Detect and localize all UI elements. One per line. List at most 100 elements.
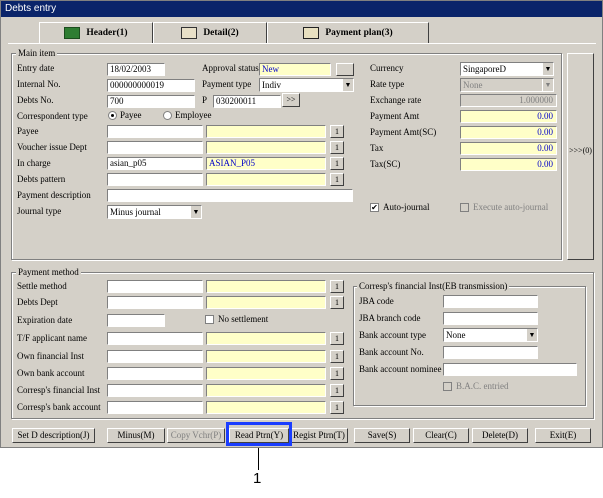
in-charge-name-field: ASIAN_P05	[206, 157, 326, 170]
own-bank-account-lookup-button[interactable]: 1	[330, 367, 344, 380]
payment-description-label: Payment description	[17, 190, 91, 200]
voucher-issue-dept-label: Voucher issue Dept	[17, 142, 87, 152]
voucher-issue-dept-code-field[interactable]	[107, 141, 203, 154]
rate-type-value: None	[463, 80, 483, 90]
callout-line	[258, 448, 259, 470]
p-lookup-button[interactable]: >>	[282, 93, 300, 107]
p-label: P	[202, 95, 208, 105]
payee-radio[interactable]	[108, 111, 117, 120]
tf-applicant-lookup-button[interactable]: 1	[330, 332, 344, 345]
clear-button[interactable]: Clear(C)	[413, 428, 469, 443]
corresp-bank-account-name-field	[206, 401, 326, 414]
corresp-bank-account-lookup-button[interactable]: 1	[330, 401, 344, 414]
in-charge-lookup-button[interactable]: 1	[330, 157, 344, 170]
jba-branch-code-field[interactable]	[443, 312, 538, 325]
jba-code-field[interactable]	[443, 295, 538, 308]
currency-select[interactable]: SingaporeD ▼	[460, 62, 554, 76]
approval-status-button[interactable]	[336, 63, 354, 76]
corresp-financial-inst-code-field[interactable]	[107, 384, 203, 397]
expiration-date-field[interactable]	[107, 314, 165, 327]
set-d-description-button[interactable]: Set D description(J)	[12, 428, 95, 443]
chevron-down-icon: ▼	[542, 63, 553, 75]
jba-code-label: JBA code	[359, 296, 394, 306]
employee-radio-label: Employee	[175, 110, 212, 120]
settle-method-lookup-button[interactable]: 1	[330, 280, 344, 293]
tab-header-label: Header(1)	[86, 28, 128, 38]
payment-amt-sc-field: 0.00	[460, 126, 557, 139]
debts-pattern-code-field[interactable]	[107, 173, 203, 186]
internal-no-label: Internal No.	[17, 79, 61, 89]
debts-dept-lookup-button[interactable]: 1	[330, 296, 344, 309]
window-title: Debts entry	[1, 1, 602, 17]
delete-button[interactable]: Delete(D)	[472, 428, 528, 443]
expiration-date-label: Expiration date	[17, 315, 73, 325]
corresp-bank-account-label: Corresp's bank account	[17, 402, 101, 412]
payment-type-select[interactable]: Indiv ▼	[259, 78, 354, 92]
entry-date-field[interactable]: 18/02/2003	[107, 63, 165, 76]
debts-pattern-label: Debts pattern	[17, 174, 66, 184]
tf-applicant-name-field	[206, 332, 326, 345]
callout-number: 1	[253, 470, 262, 487]
employee-radio[interactable]	[163, 111, 172, 120]
book-icon	[64, 27, 81, 39]
payee-lookup-button[interactable]: 1	[330, 125, 344, 138]
own-bank-account-label: Own bank account	[17, 368, 85, 378]
expand-side-button-label: >>>(0)	[569, 146, 592, 155]
tab-header[interactable]: Header(1)	[39, 22, 153, 43]
expand-side-button[interactable]: >>>(0)	[567, 53, 594, 260]
journal-type-select[interactable]: Minus journal ▼	[107, 205, 202, 219]
tab-detail-label: Detail(2)	[203, 28, 239, 38]
bank-account-no-field[interactable]	[443, 346, 538, 359]
tf-applicant-code-field[interactable]	[107, 332, 203, 345]
internal-no-field[interactable]: 000000000019	[107, 79, 195, 92]
payee-code-field[interactable]	[107, 125, 203, 138]
copy-vchr-button[interactable]: Copy Vchr(P)	[167, 428, 225, 443]
own-financial-inst-lookup-button[interactable]: 1	[330, 350, 344, 363]
own-bank-account-code-field[interactable]	[107, 367, 203, 380]
payment-type-value: Indiv	[262, 80, 281, 90]
payment-amt-field: 0.00	[460, 110, 557, 123]
debts-pattern-name-field	[206, 173, 326, 186]
bac-entried-checkbox[interactable]	[443, 382, 452, 391]
eb-transmission-group-label: Corresp's financial Inst(EB transmission…	[357, 281, 510, 291]
own-financial-inst-label: Own financial Inst	[17, 351, 84, 361]
approval-status-label: Approval status	[202, 63, 259, 73]
chevron-down-icon: ▼	[542, 79, 553, 91]
settle-method-code-field[interactable]	[107, 280, 203, 293]
settle-method-name-field	[206, 280, 326, 293]
journal-type-label: Journal type	[17, 206, 62, 216]
rate-type-select[interactable]: None ▼	[460, 78, 554, 92]
corresp-bank-account-code-field[interactable]	[107, 401, 203, 414]
p-field[interactable]: 030200011	[213, 95, 281, 108]
corresp-financial-inst-lookup-button[interactable]: 1	[330, 384, 344, 397]
tab-detail[interactable]: Detail(2)	[153, 22, 267, 43]
regist-ptrn-button[interactable]: Regist Ptrn(T)	[290, 428, 348, 443]
tax-label: Tax	[370, 143, 384, 153]
auto-journal-checkbox[interactable]: ✔	[370, 203, 379, 212]
debts-no-field[interactable]: 700	[107, 95, 195, 108]
voucher-issue-dept-lookup-button[interactable]: 1	[330, 141, 344, 154]
no-settlement-checkbox[interactable]	[205, 315, 214, 324]
in-charge-code-field[interactable]: asian_p05	[107, 157, 203, 170]
currency-label: Currency	[370, 63, 404, 73]
debts-dept-code-field[interactable]	[107, 296, 203, 309]
bank-account-nominee-field[interactable]	[443, 363, 577, 376]
own-financial-inst-code-field[interactable]	[107, 350, 203, 363]
payment-description-field[interactable]	[107, 189, 353, 202]
tab-payment-plan[interactable]: Payment plan(3)	[267, 22, 429, 43]
debts-pattern-lookup-button[interactable]: 1	[330, 173, 344, 186]
payee-name-field	[206, 125, 326, 138]
save-button[interactable]: Save(S)	[354, 428, 410, 443]
minus-button[interactable]: Minus(M)	[107, 428, 165, 443]
currency-value: SingaporeD	[463, 64, 506, 74]
execute-auto-journal-checkbox[interactable]	[460, 203, 469, 212]
debts-dept-label: Debts Dept	[17, 297, 58, 307]
jba-branch-code-label: JBA branch code	[359, 313, 421, 323]
bank-account-type-select[interactable]: None ▼	[443, 328, 538, 342]
notepad-icon	[181, 27, 198, 39]
corresp-financial-inst-label: Corresp's financial Inst	[17, 385, 101, 395]
debts-no-label: Debts No.	[17, 95, 54, 105]
chevron-down-icon: ▼	[526, 329, 537, 341]
exit-button[interactable]: Exit(E)	[535, 428, 591, 443]
bank-account-no-label: Bank account No.	[359, 347, 424, 357]
